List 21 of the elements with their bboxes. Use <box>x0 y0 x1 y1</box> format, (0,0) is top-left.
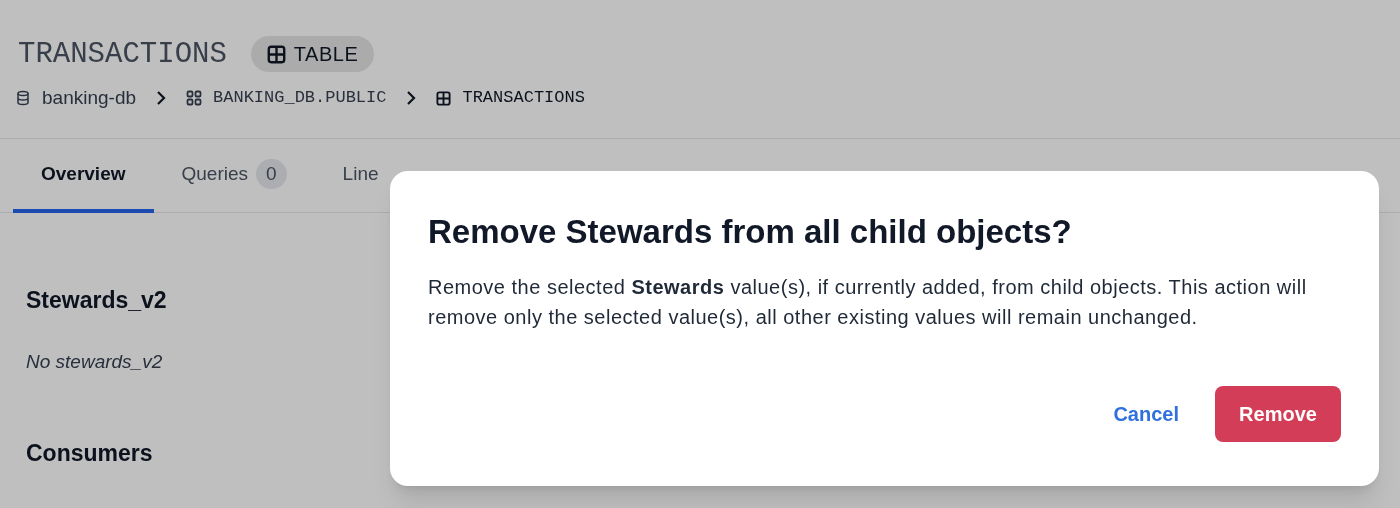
breadcrumb-link[interactable]: BANKING_DB.PUBLIC <box>186 85 387 111</box>
section-heading: Consumers <box>26 439 153 468</box>
table-icon <box>266 44 286 64</box>
section-heading: Stewards_v2 <box>26 286 167 315</box>
grid-icon <box>186 90 203 106</box>
dialog-title: Remove Stewards from all child objects? <box>428 212 1073 252</box>
chevron-right-icon <box>406 90 417 106</box>
table-icon <box>436 90 452 106</box>
database-icon <box>15 90 31 106</box>
cancel-button[interactable]: Cancel <box>1113 399 1179 430</box>
remove-button[interactable]: Remove <box>1215 386 1341 443</box>
breadcrumb-link[interactable]: banking-db <box>15 83 137 113</box>
breadcrumb-link[interactable]: TRANSACTIONS <box>436 85 585 111</box>
dialog-message: Remove the selected Stewards value(s), if currently added, from child objects. This action will remove only the selected value(s), all other existing values will remain unchanged. <box>428 275 1308 331</box>
chevron-right-icon <box>156 90 167 106</box>
empty-state-text: No stewards_v2 <box>26 349 164 374</box>
count-badge: 0 <box>256 159 287 189</box>
page-title: TRANSACTIONS <box>18 39 227 69</box>
type-badge-label: TABLE <box>293 42 359 67</box>
tab[interactable]: Queries 0 <box>153 139 315 213</box>
tab[interactable]: Overview <box>13 139 154 213</box>
